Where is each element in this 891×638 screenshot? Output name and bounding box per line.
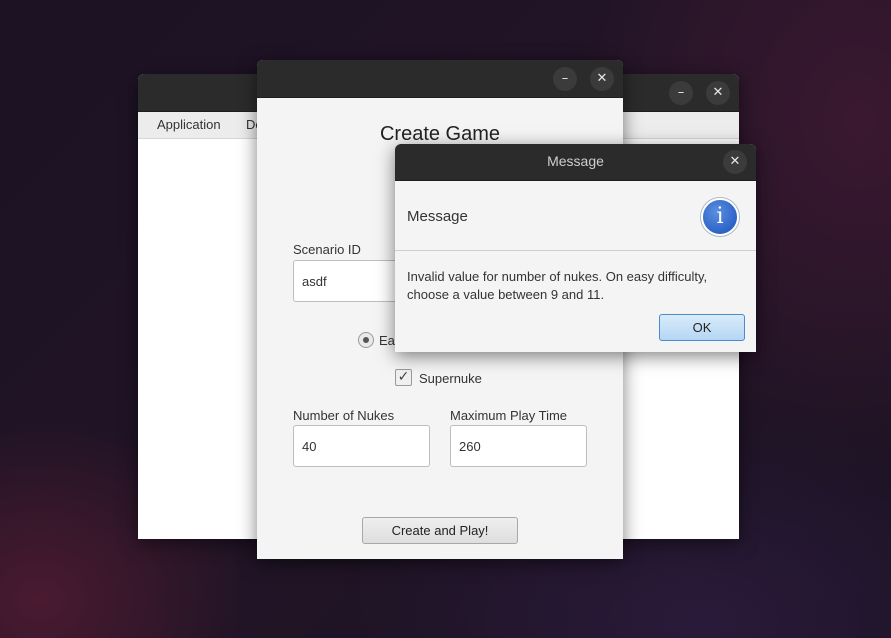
playtime-value: 260 <box>459 438 481 454</box>
supernuke-checkbox[interactable]: ✓ <box>395 369 412 386</box>
message-header: Message i <box>395 181 756 251</box>
close-icon[interactable]: ✕ <box>590 67 614 91</box>
nukes-value: 40 <box>302 438 317 454</box>
nukes-label: Number of Nukes <box>293 408 395 423</box>
info-icon: i <box>701 198 739 236</box>
create-and-play-button[interactable]: Create and Play! <box>362 517 518 544</box>
create-window-titlebar[interactable]: – ✕ <box>257 60 623 98</box>
close-icon[interactable]: ✕ <box>723 150 747 174</box>
supernuke-label: Supernuke <box>419 371 482 386</box>
close-icon[interactable]: ✕ <box>706 81 730 105</box>
message-dialog: Message ✕ Message i Invalid value for nu… <box>395 144 756 352</box>
difficulty-easy-radio[interactable] <box>358 332 374 348</box>
page-title: Create Game <box>379 123 501 145</box>
message-header-text: Message <box>407 208 468 225</box>
playtime-input[interactable]: 260 <box>450 425 587 467</box>
minimize-icon[interactable]: – <box>553 67 577 91</box>
message-titlebar[interactable]: Message ✕ <box>395 144 756 181</box>
minimize-icon[interactable]: – <box>669 81 693 105</box>
difficulty-easy-label: Ea <box>379 333 395 348</box>
ok-button[interactable]: OK <box>659 314 745 341</box>
menu-application[interactable]: Application <box>157 117 221 132</box>
message-text-line-1: Invalid value for number of nukes. On ea… <box>407 269 708 284</box>
message-dialog-title: Message <box>547 153 604 169</box>
scenario-id-label: Scenario ID <box>293 242 361 257</box>
message-text-line-2: choose a value between 9 and 11. <box>407 287 605 302</box>
scenario-id-value: asdf <box>302 273 327 289</box>
radio-selected-dot <box>363 337 369 343</box>
playtime-label: Maximum Play Time <box>450 408 568 423</box>
nukes-input[interactable]: 40 <box>293 425 430 467</box>
